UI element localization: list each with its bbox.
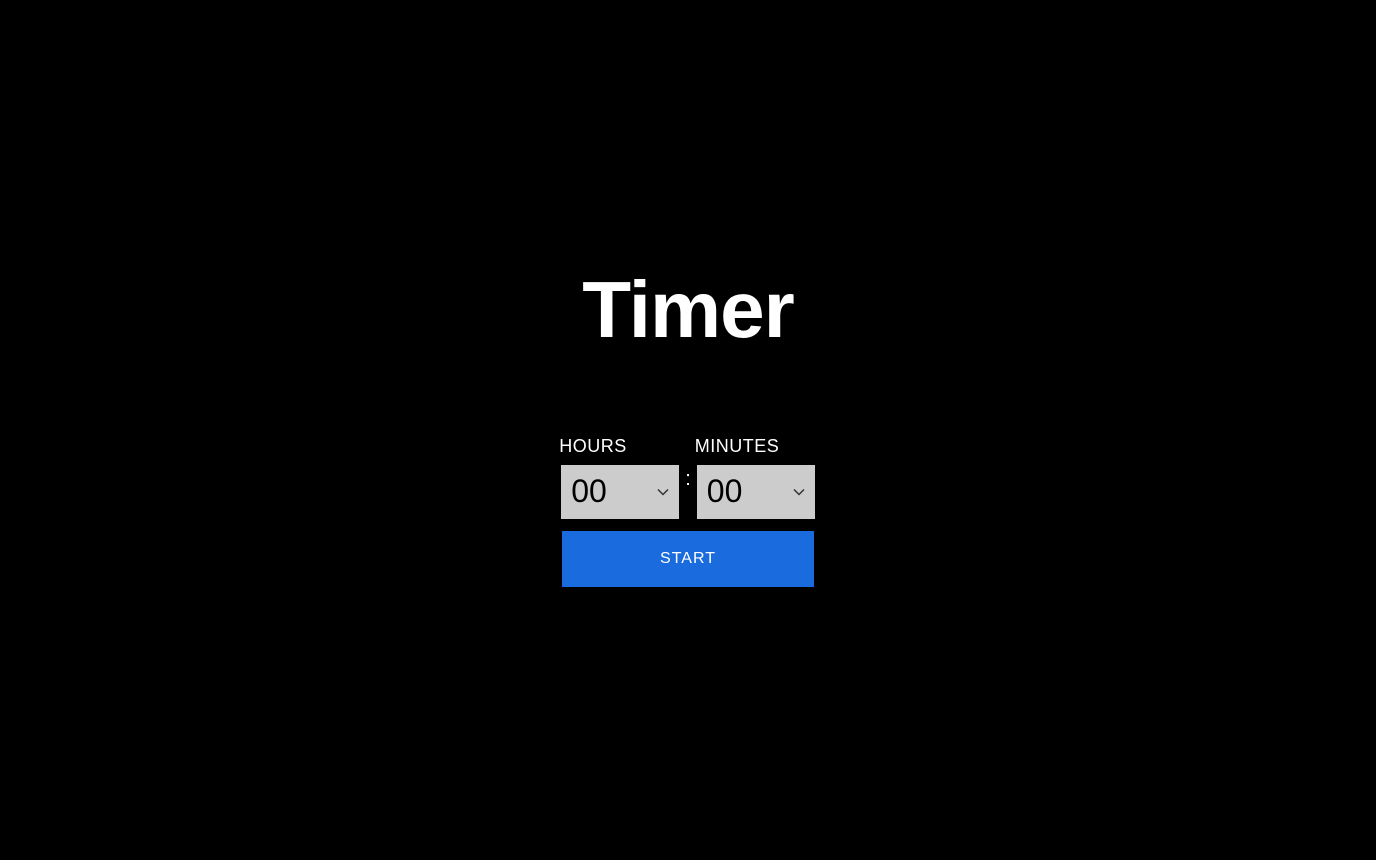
time-separator: : — [681, 468, 695, 491]
hours-label: HOURS — [559, 436, 627, 457]
start-button[interactable]: START — [562, 531, 814, 587]
page-title: Timer — [582, 264, 793, 356]
chevron-down-icon — [657, 488, 669, 496]
minutes-select[interactable]: 00 — [695, 463, 817, 521]
minutes-label: MINUTES — [695, 436, 780, 457]
time-row: HOURS 00 : MINUTES 00 — [559, 436, 817, 521]
timer-container: Timer HOURS 00 : MINUTES 00 START — [559, 264, 817, 587]
minutes-value: 00 — [707, 473, 743, 510]
hours-group: HOURS 00 — [559, 436, 681, 521]
hours-value: 00 — [571, 473, 607, 510]
chevron-down-icon — [793, 488, 805, 496]
minutes-group: MINUTES 00 — [695, 436, 817, 521]
hours-select[interactable]: 00 — [559, 463, 681, 521]
